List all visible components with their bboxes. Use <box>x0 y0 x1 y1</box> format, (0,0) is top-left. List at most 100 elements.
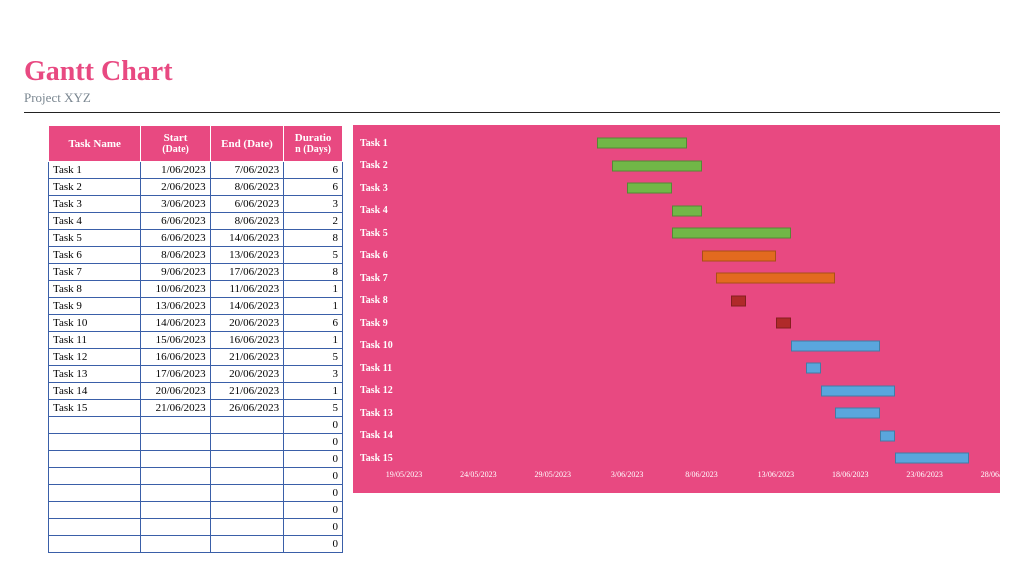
x-axis-tick: 28/06/2023 <box>981 470 1017 479</box>
gantt-row-plot <box>404 222 999 245</box>
gantt-row-plot <box>404 155 999 178</box>
table-row: Task 1216/06/202321/06/20235 <box>49 349 343 366</box>
cell-start: 3/06/2023 <box>141 196 210 213</box>
cell-task-name: Task 1 <box>49 162 141 179</box>
task-table-container: Task Name Start(Date) End (Date) Duratio… <box>48 125 343 553</box>
gantt-row: Task 7 <box>354 267 999 290</box>
gantt-row-plot <box>404 447 999 470</box>
cell-duration: 1 <box>284 383 343 400</box>
page-title: Gantt Chart <box>24 56 1000 88</box>
cell-end: 17/06/2023 <box>210 264 284 281</box>
gantt-row: Task 11 <box>354 357 999 380</box>
cell-task-name: Task 4 <box>49 213 141 230</box>
cell-start: 20/06/2023 <box>141 383 210 400</box>
divider <box>24 112 1000 113</box>
table-row: Task 56/06/202314/06/20238 <box>49 230 343 247</box>
cell-duration: 6 <box>284 162 343 179</box>
gantt-chart: Task 1Task 2Task 3Task 4Task 5Task 6Task… <box>353 125 1000 493</box>
cell-duration: 3 <box>284 196 343 213</box>
gantt-row-plot <box>404 245 999 268</box>
gantt-row-plot <box>404 425 999 448</box>
gantt-row: Task 4 <box>354 200 999 223</box>
table-row: Task 22/06/20238/06/20236 <box>49 179 343 196</box>
cell-duration: 0 <box>284 536 343 553</box>
cell-duration: 1 <box>284 281 343 298</box>
cell-duration: 1 <box>284 298 343 315</box>
cell-duration: 0 <box>284 417 343 434</box>
gantt-page: Gantt Chart Project XYZ Task Name Start(… <box>0 0 1024 573</box>
gantt-row: Task 14 <box>354 425 999 448</box>
cell-duration: 0 <box>284 519 343 536</box>
table-row: Task 1420/06/202321/06/20231 <box>49 383 343 400</box>
cell-duration: 0 <box>284 468 343 485</box>
cell-end <box>210 468 284 485</box>
cell-task-name: Task 2 <box>49 179 141 196</box>
cell-duration: 3 <box>284 366 343 383</box>
cell-end: 21/06/2023 <box>210 383 284 400</box>
cell-end: 14/06/2023 <box>210 230 284 247</box>
cell-duration: 2 <box>284 213 343 230</box>
cell-duration: 8 <box>284 264 343 281</box>
cell-duration: 0 <box>284 451 343 468</box>
gantt-row: Task 9 <box>354 312 999 335</box>
cell-task-name: Task 10 <box>49 315 141 332</box>
cell-task-name: Task 8 <box>49 281 141 298</box>
cell-end <box>210 536 284 553</box>
col-task-name-label: Task Name <box>68 138 120 150</box>
cell-end: 16/06/2023 <box>210 332 284 349</box>
gantt-row-label: Task 3 <box>354 183 404 194</box>
cell-end: 26/06/2023 <box>210 400 284 417</box>
cell-task-name: Task 14 <box>49 383 141 400</box>
table-row: 0 <box>49 451 343 468</box>
gantt-bar <box>776 318 791 329</box>
gantt-x-axis: 19/05/202324/05/202329/05/20233/06/20238… <box>404 470 999 492</box>
cell-task-name: Task 12 <box>49 349 141 366</box>
cell-start: 6/06/2023 <box>141 213 210 230</box>
cell-end <box>210 451 284 468</box>
gantt-row-label: Task 10 <box>354 340 404 351</box>
cell-end: 6/06/2023 <box>210 196 284 213</box>
cell-end <box>210 519 284 536</box>
cell-duration: 5 <box>284 247 343 264</box>
cell-task-name <box>49 485 141 502</box>
gantt-row-label: Task 4 <box>354 205 404 216</box>
gantt-row-label: Task 9 <box>354 318 404 329</box>
cell-task-name: Task 7 <box>49 264 141 281</box>
task-table: Task Name Start(Date) End (Date) Duratio… <box>48 125 343 553</box>
cell-end: 21/06/2023 <box>210 349 284 366</box>
col-duration: Duration (Days) <box>284 126 343 162</box>
cell-task-name: Task 13 <box>49 366 141 383</box>
gantt-row: Task 2 <box>354 155 999 178</box>
cell-start: 21/06/2023 <box>141 400 210 417</box>
cell-start: 2/06/2023 <box>141 179 210 196</box>
gantt-row: Task 6 <box>354 245 999 268</box>
cell-end: 8/06/2023 <box>210 213 284 230</box>
gantt-row-plot <box>404 335 999 358</box>
gantt-row-label: Task 7 <box>354 273 404 284</box>
cell-task-name <box>49 468 141 485</box>
cell-end <box>210 417 284 434</box>
gantt-bar <box>895 453 969 464</box>
col-task-name: Task Name <box>49 126 141 162</box>
table-row: 0 <box>49 502 343 519</box>
cell-duration: 6 <box>284 315 343 332</box>
gantt-row-plot <box>404 200 999 223</box>
cell-start <box>141 434 210 451</box>
gantt-bar <box>880 430 895 441</box>
table-row: Task 1317/06/202320/06/20233 <box>49 366 343 383</box>
gantt-row-label: Task 15 <box>354 453 404 464</box>
col-end-label: End (Date) <box>221 138 273 150</box>
cell-start <box>141 519 210 536</box>
cell-duration: 0 <box>284 434 343 451</box>
cell-duration: 0 <box>284 485 343 502</box>
x-axis-tick: 8/06/2023 <box>685 470 717 479</box>
table-row: Task 1014/06/202320/06/20236 <box>49 315 343 332</box>
cell-duration: 6 <box>284 179 343 196</box>
cell-task-name <box>49 519 141 536</box>
gantt-row: Task 8 <box>354 290 999 313</box>
cell-start: 6/06/2023 <box>141 230 210 247</box>
gantt-bar <box>821 385 895 396</box>
gantt-bar <box>597 138 686 149</box>
gantt-bar <box>702 250 776 261</box>
cell-task-name: Task 11 <box>49 332 141 349</box>
